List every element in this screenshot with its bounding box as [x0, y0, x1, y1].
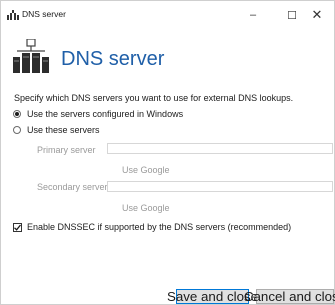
primary-server-label: Primary server	[37, 145, 96, 155]
use-google-link-primary[interactable]: Use Google	[122, 165, 170, 175]
minimize-button[interactable]: –	[233, 1, 273, 29]
description-text: Specify which DNS servers you want to us…	[14, 93, 294, 103]
dns-server-dialog: DNS server – ☐ ✕ DNS server Specify whic…	[0, 0, 335, 305]
radio-button[interactable]	[13, 126, 21, 134]
window-title: DNS server	[22, 9, 66, 19]
secondary-server-label: Secondary server	[37, 182, 108, 192]
option-custom-servers[interactable]: Use these servers	[13, 125, 100, 135]
option-label: Use these servers	[27, 125, 100, 135]
dns-server-icon	[7, 10, 19, 20]
page-title: DNS server	[61, 48, 165, 70]
option-windows-servers[interactable]: Use the servers configured in Windows	[13, 109, 183, 119]
save-and-close-button[interactable]: Save and close	[167, 289, 258, 304]
checkmark-icon	[14, 224, 21, 231]
option-label: Use the servers configured in Windows	[27, 109, 184, 119]
secondary-server-input[interactable]	[107, 181, 333, 192]
primary-server-input[interactable]	[107, 143, 333, 154]
dns-server-large-icon	[13, 38, 49, 73]
dnssec-label: Enable DNSSEC if supported by the DNS se…	[27, 222, 292, 232]
cancel-and-close-button[interactable]: Cancel and close	[244, 289, 335, 304]
dnssec-option[interactable]: Enable DNSSEC if supported by the DNS se…	[13, 222, 291, 232]
close-button[interactable]: ✕	[297, 1, 335, 29]
radio-selected-dot	[15, 112, 19, 116]
dnssec-checkbox[interactable]	[13, 222, 22, 232]
use-google-link-secondary[interactable]: Use Google	[122, 203, 170, 213]
radio-button[interactable]	[13, 110, 21, 118]
title-bar[interactable]: DNS server – ☐ ✕	[1, 1, 334, 29]
